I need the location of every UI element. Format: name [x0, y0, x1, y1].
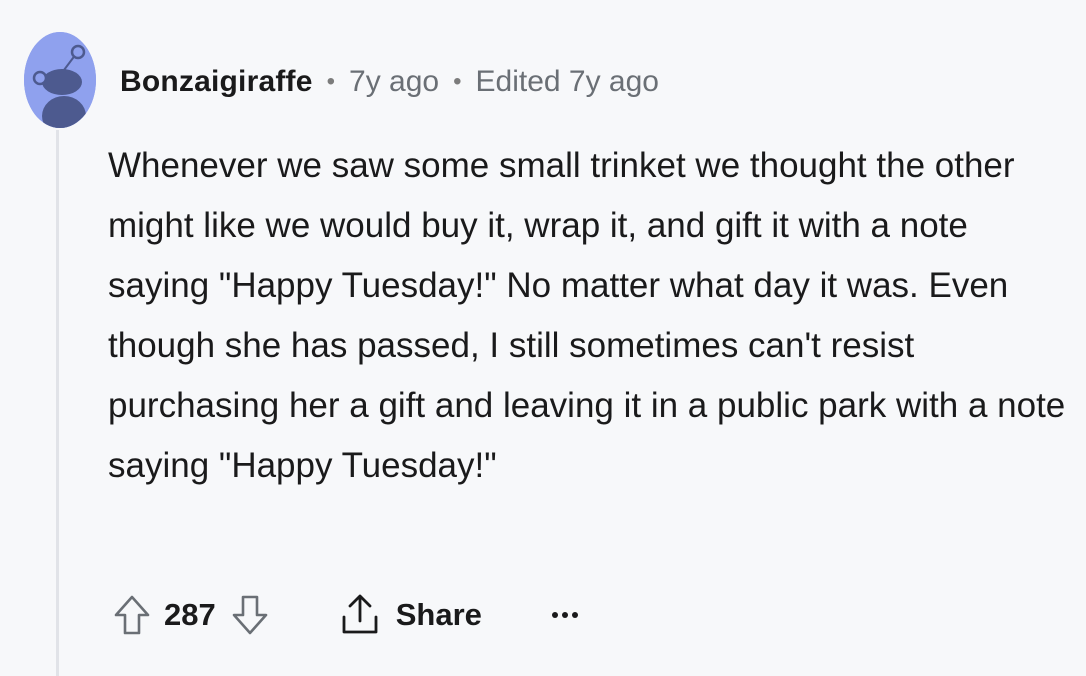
more-dot — [561, 612, 568, 618]
comment-actions: 287 Share — [112, 588, 578, 642]
more-dot — [571, 612, 578, 618]
share-label: Share — [395, 597, 482, 632]
more-options-button[interactable] — [551, 600, 578, 630]
upvote-button[interactable] — [112, 593, 152, 637]
vote-score: 287 — [164, 597, 216, 632]
downvote-arrow-icon — [232, 595, 268, 635]
comment-meta: Bonzaigiraffe • 7y ago • Edited 7y ago — [120, 60, 659, 104]
meta-separator: • — [453, 68, 462, 95]
upvote-arrow-icon — [114, 595, 150, 635]
snoo-avatar-icon — [24, 32, 96, 128]
thread-line[interactable] — [56, 130, 59, 676]
avatar[interactable] — [24, 32, 96, 128]
share-button[interactable]: Share — [338, 593, 482, 637]
downvote-button[interactable] — [230, 593, 270, 637]
posted-time: 7y ago — [349, 65, 440, 98]
comment-body: Whenever we saw some small trinket we th… — [108, 146, 1066, 485]
meta-separator: • — [326, 68, 336, 95]
edited-time: Edited 7y ago — [475, 65, 659, 98]
author-username[interactable]: Bonzaigiraffe — [120, 65, 313, 99]
more-options-icon — [551, 612, 558, 618]
share-icon — [342, 594, 378, 634]
